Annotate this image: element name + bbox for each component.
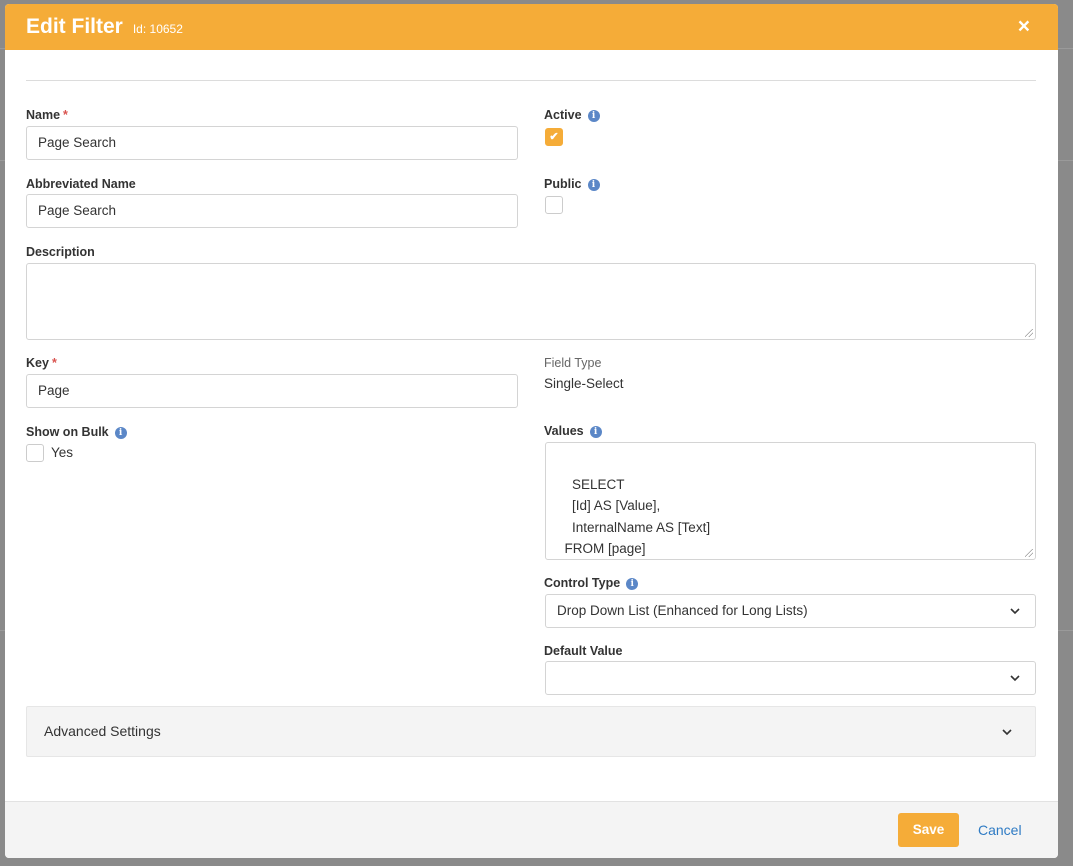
resize-grip-icon[interactable] (1025, 549, 1033, 557)
default-value-label: Default Value (544, 644, 623, 658)
control-type-select[interactable]: Drop Down List (Enhanced for Long Lists) (545, 594, 1036, 628)
field-type-label: Field Type (544, 356, 602, 370)
cancel-link[interactable]: Cancel (978, 822, 1022, 838)
chevron-down-icon (1002, 729, 1012, 736)
modal-footer: Save Cancel (5, 801, 1058, 858)
key-label: Key * (26, 356, 57, 370)
name-label: Name * (26, 108, 68, 122)
active-checkbox[interactable]: ✔ (545, 128, 563, 146)
modal-title: Edit Filter (26, 15, 123, 38)
show-on-bulk-label: Show on Bulk i (26, 425, 127, 439)
advanced-settings-panel[interactable]: Advanced Settings (26, 706, 1036, 757)
info-icon[interactable]: i (587, 179, 600, 191)
values-label-text: Values (544, 424, 584, 438)
abbreviated-name-label: Abbreviated Name (26, 177, 136, 191)
required-mark: * (51, 356, 57, 370)
active-label: Active i (544, 108, 600, 122)
advanced-settings-label: Advanced Settings (44, 723, 161, 739)
public-checkbox[interactable] (545, 196, 563, 214)
modal-header: Edit Filter Id: 10652 × (5, 4, 1058, 50)
key-input[interactable]: Page (26, 374, 518, 408)
show-on-bulk-checkbox[interactable] (26, 444, 44, 462)
default-value-select[interactable] (545, 661, 1036, 695)
save-button[interactable]: Save (898, 813, 959, 847)
edit-filter-modal: Edit Filter Id: 10652 × Name * Page Searc… (5, 4, 1058, 858)
values-sql-text: SELECT [Id] AS [Value], InternalName AS … (564, 476, 711, 557)
info-icon[interactable]: i (589, 426, 602, 438)
close-icon[interactable]: × (1018, 15, 1030, 39)
info-icon[interactable]: i (587, 110, 600, 122)
values-label: Values i (544, 424, 602, 438)
show-on-bulk-option-label: Yes (51, 445, 74, 460)
resize-grip-icon[interactable] (1025, 329, 1033, 337)
public-label: Public i (544, 177, 600, 191)
field-type-value: Single-Select (544, 376, 624, 391)
key-label-text: Key (26, 356, 49, 370)
chevron-down-icon (1010, 608, 1020, 615)
name-input[interactable]: Page Search (26, 126, 518, 160)
show-on-bulk-label-text: Show on Bulk (26, 425, 109, 439)
abbreviated-name-input[interactable]: Page Search (26, 194, 518, 228)
control-type-selected-value: Drop Down List (Enhanced for Long Lists) (557, 603, 808, 618)
public-label-text: Public (544, 177, 582, 191)
required-mark: * (63, 108, 68, 122)
info-icon[interactable]: i (114, 427, 127, 439)
name-label-text: Name (26, 108, 61, 122)
check-icon: ✔ (549, 131, 559, 143)
header-divider (26, 80, 1036, 81)
control-type-label-text: Control Type (544, 576, 621, 590)
info-icon[interactable]: i (626, 578, 639, 590)
description-textarea[interactable] (26, 263, 1036, 340)
chevron-down-icon (1010, 675, 1020, 682)
values-textarea[interactable]: SELECT [Id] AS [Value], InternalName AS … (545, 442, 1036, 560)
active-label-text: Active (544, 108, 582, 122)
modal-id-label: Id: 10652 (132, 22, 183, 36)
control-type-label: Control Type i (544, 576, 639, 590)
description-label: Description (26, 245, 95, 259)
